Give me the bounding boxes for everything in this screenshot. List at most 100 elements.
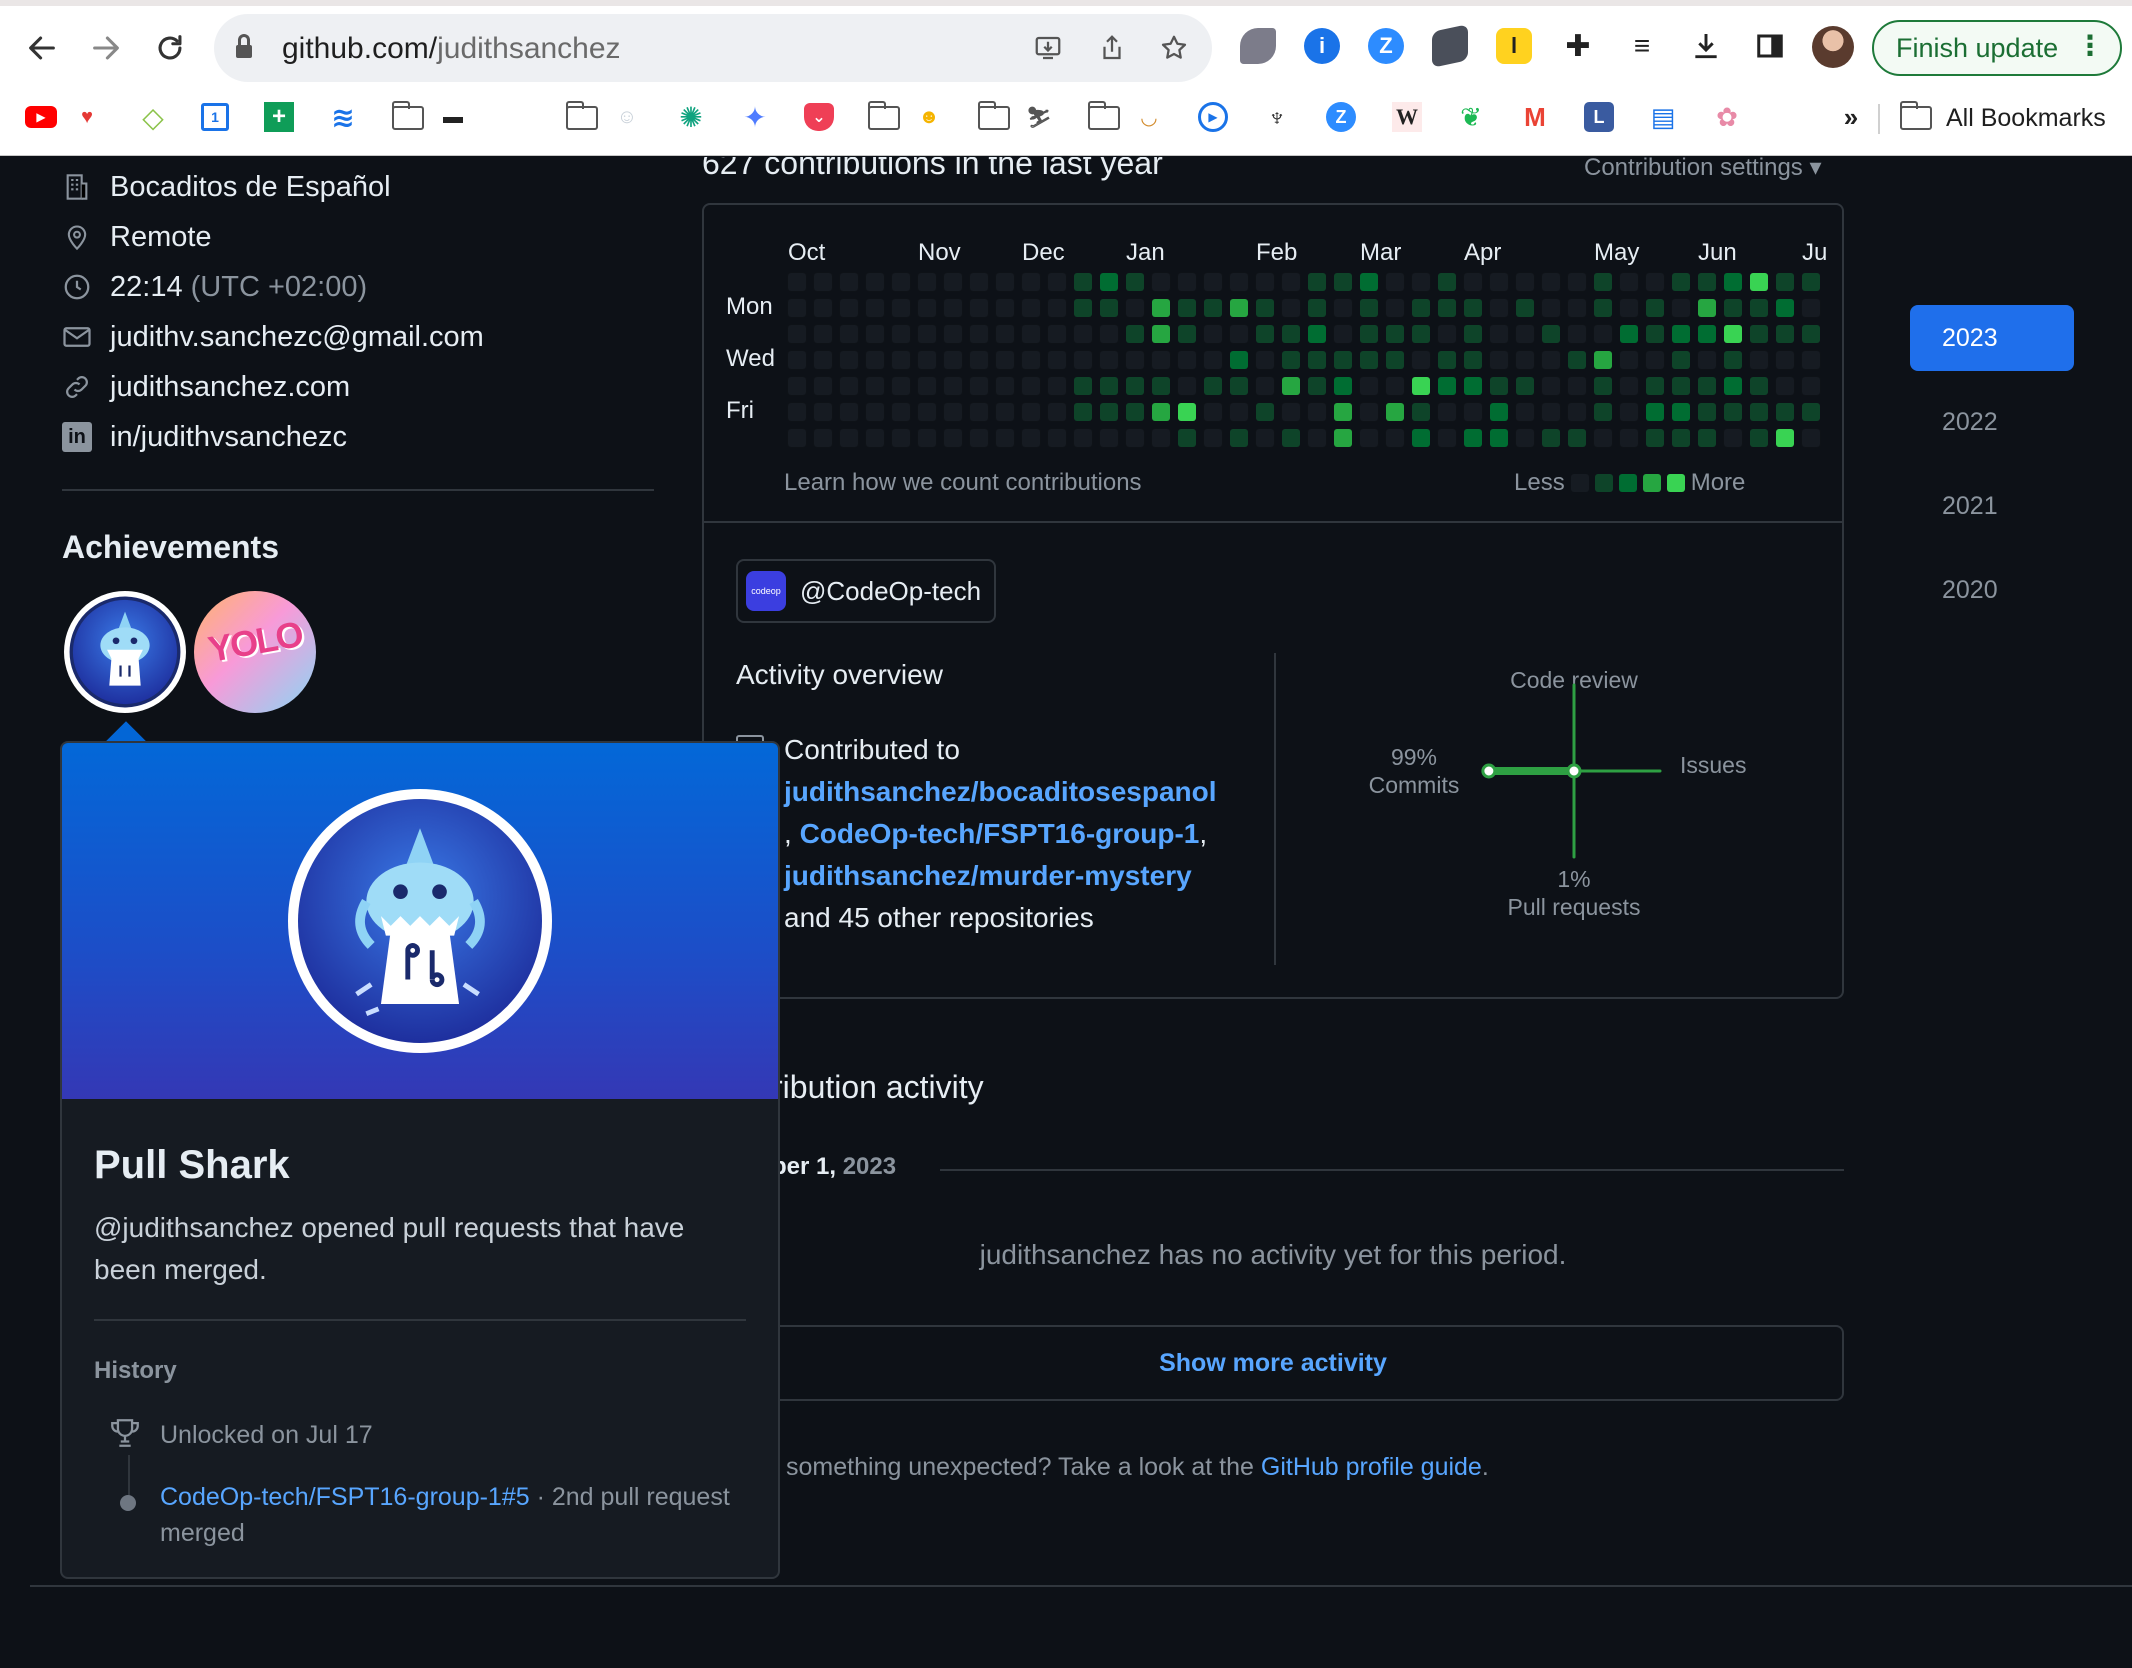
year-2020-button[interactable]: 2020 [1910,557,2074,623]
calendar-day-cell[interactable] [1750,403,1768,421]
calendar-day-cell[interactable] [1749,350,1769,370]
calendar-day-cell[interactable] [1802,325,1820,343]
pull-request-link[interactable]: CodeOp-tech/FSPT16-group-1#5 [160,1483,530,1511]
calendar-day-cell[interactable] [995,376,1015,396]
calendar-day-cell[interactable] [1360,351,1378,369]
profile-website[interactable]: judithsanchez.com [62,367,350,407]
calendar-day-cell[interactable] [1515,428,1535,448]
calendar-day-cell[interactable] [1411,350,1431,370]
calendar-day-cell[interactable] [943,428,963,448]
calendar-day-cell[interactable] [1671,298,1691,318]
calendar-day-cell[interactable] [1801,298,1821,318]
calendar-day-cell[interactable] [1750,377,1768,395]
calendar-day-cell[interactable] [1672,325,1690,343]
calendar-day-cell[interactable] [1282,325,1300,343]
calendar-day-cell[interactable] [1438,273,1456,291]
calendar-day-cell[interactable] [1776,325,1794,343]
calendar-day-cell[interactable] [1047,402,1067,422]
calendar-day-cell[interactable] [917,376,937,396]
calendar-day-cell[interactable] [1567,402,1587,422]
calendar-day-cell[interactable] [1255,350,1275,370]
calendar-day-cell[interactable] [1256,403,1274,421]
calendar-day-cell[interactable] [1724,299,1742,317]
bookmark-brain-icon[interactable]: ✿ [1710,102,1744,132]
calendar-day-cell[interactable] [1724,325,1742,343]
calendar-day-cell[interactable] [1230,351,1248,369]
calendar-day-cell[interactable] [1490,377,1508,395]
calendar-day-cell[interactable] [1308,351,1326,369]
calendar-day-cell[interactable] [1152,325,1170,343]
calendar-day-cell[interactable] [1099,428,1119,448]
calendar-day-cell[interactable] [1229,272,1249,292]
profile-guide-link[interactable]: GitHub profile guide [1261,1453,1482,1481]
all-bookmarks-button[interactable]: All Bookmarks [1900,101,2106,134]
calendar-day-cell[interactable] [1620,325,1638,343]
calendar-day-cell[interactable] [1594,351,1612,369]
extension-zoom-icon[interactable]: Z [1368,28,1404,64]
side-panel-icon[interactable] [1752,28,1788,64]
calendar-day-cell[interactable] [813,428,833,448]
calendar-day-cell[interactable] [995,350,1015,370]
calendar-day-cell[interactable] [1646,299,1664,317]
calendar-day-cell[interactable] [1541,402,1561,422]
calendar-day-cell[interactable] [943,324,963,344]
calendar-day-cell[interactable] [1515,350,1535,370]
calendar-day-cell[interactable] [1437,402,1457,422]
calendar-day-cell[interactable] [813,298,833,318]
calendar-day-cell[interactable] [1021,402,1041,422]
calendar-day-cell[interactable] [969,298,989,318]
learn-contributions-link[interactable]: Learn how we count contributions [784,469,1142,497]
calendar-day-cell[interactable] [1360,325,1378,343]
calendar-day-cell[interactable] [1255,272,1275,292]
bookmark-play-icon[interactable]: ▶ [1196,102,1230,132]
calendar-day-cell[interactable] [1412,377,1430,395]
calendar-day-cell[interactable] [1047,272,1067,292]
calendar-day-cell[interactable] [1489,350,1509,370]
calendar-day-cell[interactable] [1541,350,1561,370]
bookmark-skier-icon[interactable]: ⛷ [1022,102,1056,132]
calendar-day-cell[interactable] [1541,298,1561,318]
calendar-day-cell[interactable] [1724,377,1742,395]
calendar-day-cell[interactable] [1229,324,1249,344]
address-bar[interactable]: github.com/judithsanchez [214,14,1212,82]
calendar-day-cell[interactable] [813,324,833,344]
calendar-day-cell[interactable] [1567,298,1587,318]
calendar-day-cell[interactable] [1385,272,1405,292]
calendar-day-cell[interactable] [1073,428,1093,448]
calendar-day-cell[interactable] [1567,324,1587,344]
bookmark-gmail-icon[interactable]: M [1518,102,1552,132]
calendar-day-cell[interactable] [995,272,1015,292]
show-more-activity-button[interactable]: Show more activity [702,1325,1844,1401]
calendar-day-cell[interactable] [1801,350,1821,370]
calendar-day-cell[interactable] [1334,273,1352,291]
calendar-day-cell[interactable] [1230,377,1248,395]
calendar-day-cell[interactable] [1334,403,1352,421]
calendar-day-cell[interactable] [1125,350,1145,370]
calendar-day-cell[interactable] [1282,377,1300,395]
calendar-day-cell[interactable] [787,350,807,370]
calendar-day-cell[interactable] [1775,376,1795,396]
calendar-day-cell[interactable] [1100,377,1118,395]
calendar-day-cell[interactable] [1515,324,1535,344]
calendar-day-cell[interactable] [1152,403,1170,421]
calendar-day-cell[interactable] [891,402,911,422]
calendar-day-cell[interactable] [969,272,989,292]
calendar-day-cell[interactable] [865,324,885,344]
calendar-day-cell[interactable] [1542,325,1560,343]
calendar-day-cell[interactable] [1646,377,1664,395]
org-filter-button[interactable]: codeop @CodeOp-tech [736,559,996,623]
calendar-day-cell[interactable] [1386,325,1404,343]
calendar-day-cell[interactable] [1619,350,1639,370]
extensions-puzzle-icon[interactable]: ✚ [1560,28,1596,64]
calendar-day-cell[interactable] [1541,376,1561,396]
calendar-day-cell[interactable] [1203,428,1223,448]
calendar-day-cell[interactable] [1515,272,1535,292]
share-icon[interactable] [1094,30,1130,66]
calendar-day-cell[interactable] [1255,376,1275,396]
calendar-day-cell[interactable] [1542,429,1560,447]
calendar-day-cell[interactable] [1281,298,1301,318]
calendar-day-cell[interactable] [1594,403,1612,421]
calendar-day-cell[interactable] [1021,376,1041,396]
bookmark-waves-icon[interactable]: ≋ [326,102,360,133]
calendar-day-cell[interactable] [839,272,859,292]
